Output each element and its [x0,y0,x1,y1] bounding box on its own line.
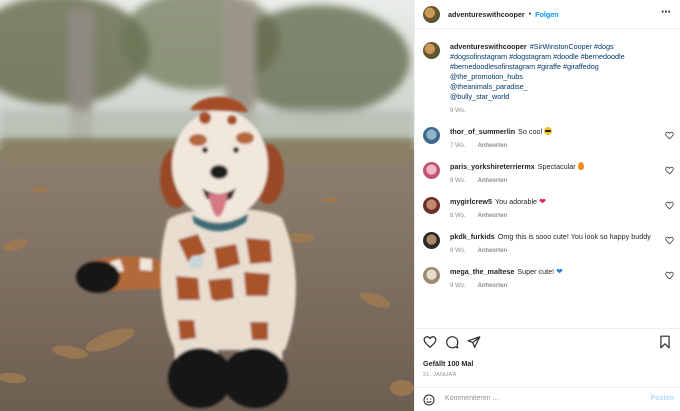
comment-text: mygirlcrew5 You adorable ❤ [450,197,660,207]
caption-avatar[interactable] [423,42,440,59]
comment-username[interactable]: thor_of_summerlin [450,127,515,136]
comment-age[interactable]: 8 Wo. [450,248,466,254]
comment-body: Omg this is sooo cute! You look so happy… [497,232,651,241]
comment-body: Super cute! [517,267,555,276]
comment-item: pkdk_furkids Omg this is sooo cute! You l… [415,232,680,254]
comment-meta: 8 Wo. Antworten [450,248,660,254]
sunglasses-emoji-icon [544,127,553,135]
emoji-icon[interactable] [423,394,435,406]
comment-age[interactable]: 8 Wo. [450,213,466,219]
share-icon[interactable] [467,335,481,349]
caption-meta: 9 Wo. [450,108,660,114]
caption-mention[interactable]: @bully_star_world [450,92,660,102]
comments-scroll-area[interactable]: adventureswithcooper #SirWinstonCooper #d… [415,30,680,327]
comment-meta: 8 Wo. Antworten [450,178,660,184]
comment-age[interactable]: 7 Wo. [450,143,466,149]
caption-age[interactable]: 9 Wo. [450,108,466,114]
reply-button[interactable]: Antworten [478,248,508,254]
comment-icon[interactable] [445,335,459,349]
caption-mention[interactable]: @theanimals_paradise_ [450,82,660,92]
comment-like-heart-icon[interactable] [665,201,674,210]
post-date: 21. JANUAR [423,372,457,378]
comment-text: mega_the_maltese Super cute! ❤ [450,267,660,277]
reply-button[interactable]: Antworten [478,143,508,149]
comment-username[interactable]: mygirlcrew5 [450,197,492,206]
comment-meta: 9 Wo. Antworten [450,283,660,289]
comment-username[interactable]: mega_the_maltese [450,267,514,276]
comment-form: Kommentieren ... Posten [415,387,680,411]
likes-count[interactable]: Gefällt 100 Mal [423,359,473,368]
comment-text: pkdk_furkids Omg this is sooo cute! You l… [450,232,660,242]
author-username[interactable]: adventureswithcooper [448,10,525,19]
comment-username[interactable]: pkdk_furkids [450,232,495,241]
caption-text: adventureswithcooper #SirWinstonCooper #d… [450,42,660,102]
fire-emoji-icon [577,162,584,170]
bookmark-icon[interactable] [658,335,672,349]
separator-dot: • [528,10,532,18]
commenter-avatar[interactable] [423,267,440,284]
comment-item: mega_the_maltese Super cute! ❤ 9 Wo. Antw… [415,267,680,289]
commenter-avatar[interactable] [423,197,440,214]
comment-item: thor_of_summerlin So cool 7 Wo. Antworten [415,127,680,149]
comment-text: paris_yorkshireterriermx Spectacular [450,162,660,172]
post-photo[interactable] [0,0,414,411]
caption-mention[interactable]: @the_promotion_hubs [450,72,660,82]
comment-text: thor_of_summerlin So cool [450,127,660,137]
comment-age[interactable]: 8 Wo. [450,178,466,184]
giraffe-dog-photo [0,0,414,411]
comment-like-heart-icon[interactable] [665,236,674,245]
comment-body: So cool [518,127,543,136]
reply-button[interactable]: Antworten [478,213,508,219]
post-actions: Gefällt 100 Mal 21. JANUAR [415,328,680,386]
like-heart-icon[interactable] [423,335,437,349]
blue-heart-emoji-icon: ❤ [556,267,563,276]
post-header: adventureswithcooper • Folgen ⋯ [415,0,680,29]
author-avatar[interactable] [423,5,440,23]
more-options-icon[interactable]: ⋯ [661,8,672,18]
red-heart-emoji-icon: ❤ [539,197,546,206]
post-comment-button[interactable]: Posten [651,395,674,402]
caption: adventureswithcooper #SirWinstonCooper #d… [415,42,680,114]
comment-like-heart-icon[interactable] [665,166,674,175]
comment-body: Spectacular [537,162,576,171]
commenter-avatar[interactable] [423,232,440,249]
comment-item: mygirlcrew5 You adorable ❤ 8 Wo. Antworte… [415,197,680,219]
comment-age[interactable]: 9 Wo. [450,283,466,289]
reply-button[interactable]: Antworten [478,283,508,289]
reply-button[interactable]: Antworten [478,178,508,184]
caption-username[interactable]: adventureswithcooper [450,42,527,51]
comment-like-heart-icon[interactable] [665,271,674,280]
comment-like-heart-icon[interactable] [665,131,674,140]
follow-button[interactable]: Folgen [535,10,559,19]
commenter-avatar[interactable] [423,127,440,144]
comment-input[interactable]: Kommentieren ... [445,395,498,402]
comment-body: You adorable [494,197,538,206]
action-icons [423,335,672,351]
commenter-avatar[interactable] [423,162,440,179]
comment-username[interactable]: paris_yorkshireterriermx [450,162,535,171]
comment-item: paris_yorkshireterriermx Spectacular 8 Wo… [415,162,680,184]
post-detail-panel: adventureswithcooper • Folgen ⋯ adventur… [414,0,680,411]
comment-meta: 7 Wo. Antworten [450,143,660,149]
comment-meta: 8 Wo. Antworten [450,213,660,219]
